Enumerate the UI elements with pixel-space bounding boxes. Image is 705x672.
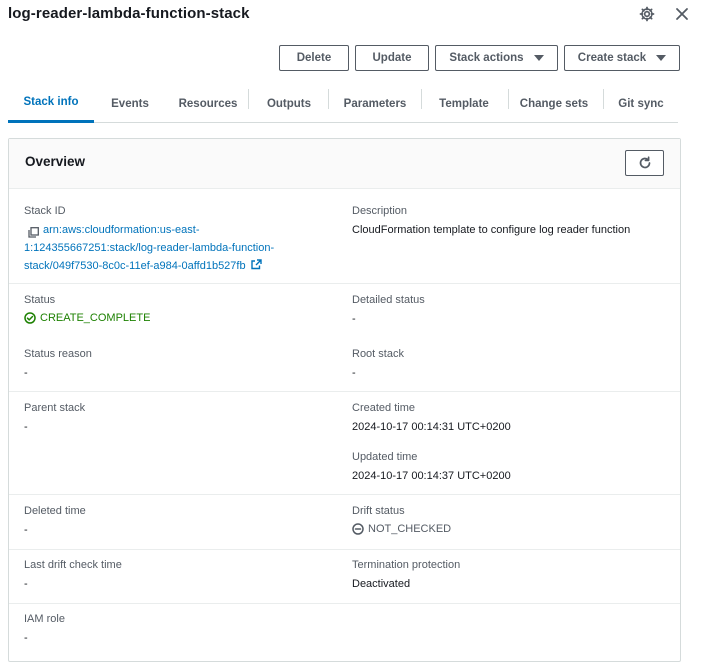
delete-button-label: Delete (296, 52, 332, 64)
row-divider (9, 603, 680, 604)
stack-id-link[interactable]: arn:aws:cloudformation:us-east- 1:124355… (24, 221, 314, 275)
updated-time-value: 2024-10-17 00:14:37 UTC+0200 (352, 470, 511, 482)
tab-divider (328, 89, 329, 109)
overview-title: Overview (25, 154, 86, 169)
parent-stack-value: - (24, 421, 28, 433)
update-button[interactable]: Update (355, 45, 429, 71)
tab-bar: Stack info Events Resources Outputs Para… (8, 84, 678, 123)
parent-stack-label: Parent stack (24, 402, 86, 414)
deleted-time-label: Deleted time (24, 505, 86, 517)
stack-id-label: Stack ID (24, 205, 66, 217)
created-time-value: 2024-10-17 00:14:31 UTC+0200 (352, 421, 511, 433)
gear-icon[interactable] (637, 4, 657, 24)
drift-status-value: NOT_CHECKED (368, 523, 452, 535)
detailed-status-value: - (352, 313, 356, 325)
status-label: Status (24, 294, 56, 306)
row-divider (9, 391, 680, 392)
check-circle-icon (24, 312, 36, 324)
overview-panel: Overview Stack ID arn:aws:cloudformation… (8, 138, 681, 662)
caret-down-icon (533, 55, 544, 61)
row-divider (9, 549, 680, 550)
status-reason-label: Status reason (24, 348, 92, 360)
root-stack-value: - (352, 367, 356, 379)
description-label: Description (352, 205, 408, 217)
iam-role-label: IAM role (24, 613, 65, 625)
refresh-icon (639, 156, 650, 169)
detailed-status-label: Detailed status (352, 294, 425, 306)
termination-label: Termination protection (352, 559, 461, 571)
tab-divider (248, 89, 249, 109)
last-drift-label: Last drift check time (24, 559, 122, 571)
tab-template[interactable]: Template (426, 84, 502, 123)
drift-status-label: Drift status (352, 505, 405, 517)
create-stack-button[interactable]: Create stack (564, 45, 680, 71)
created-time-label: Created time (352, 402, 415, 414)
create-stack-label: Create stack (577, 52, 647, 64)
tab-events[interactable]: Events (96, 84, 164, 123)
root-stack-label: Root stack (352, 348, 404, 360)
caret-down-icon (656, 55, 667, 61)
tab-resources[interactable]: Resources (168, 84, 248, 123)
tab-divider (508, 89, 509, 109)
update-button-label: Update (372, 52, 412, 64)
tab-divider (421, 89, 422, 109)
description-value: CloudFormation template to configure log… (352, 224, 631, 236)
drift-status-badge: NOT_CHECKED (352, 523, 451, 535)
tab-change-sets[interactable]: Change sets (510, 84, 598, 123)
tab-divider (603, 89, 604, 109)
stack-actions-label: Stack actions (449, 52, 524, 64)
stack-id-line: arn:aws:cloudformation:us-east- (43, 224, 200, 236)
stack-actions-button[interactable]: Stack actions (435, 45, 558, 71)
refresh-button[interactable] (625, 150, 664, 176)
tab-git-sync[interactable]: Git sync (606, 84, 676, 123)
stack-id-line: stack/049f7530-8c0c-11ef-a984-0affd1b527… (24, 260, 246, 272)
status-reason-value: - (24, 367, 28, 379)
status-value: CREATE_COMPLETE (40, 312, 151, 324)
status-badge: CREATE_COMPLETE (24, 312, 150, 324)
deleted-time-value: - (24, 524, 28, 536)
stack-id-line: 1:124355667251:stack/log-reader-lambda-f… (24, 242, 275, 254)
updated-time-label: Updated time (352, 451, 418, 463)
close-icon[interactable] (672, 4, 692, 24)
minus-circle-icon (352, 523, 364, 535)
tab-parameters[interactable]: Parameters (330, 84, 420, 123)
row-divider (9, 494, 680, 495)
page-title: log-reader-lambda-function-stack (8, 5, 250, 22)
row-divider (9, 283, 680, 284)
delete-button[interactable]: Delete (279, 45, 349, 71)
overview-header: Overview (9, 139, 680, 189)
external-link-icon (250, 259, 262, 270)
last-drift-value: - (24, 578, 28, 590)
iam-role-value: - (24, 632, 28, 644)
tab-stack-info[interactable]: Stack info (8, 84, 94, 123)
termination-value: Deactivated (352, 578, 411, 590)
tab-outputs[interactable]: Outputs (254, 84, 324, 123)
